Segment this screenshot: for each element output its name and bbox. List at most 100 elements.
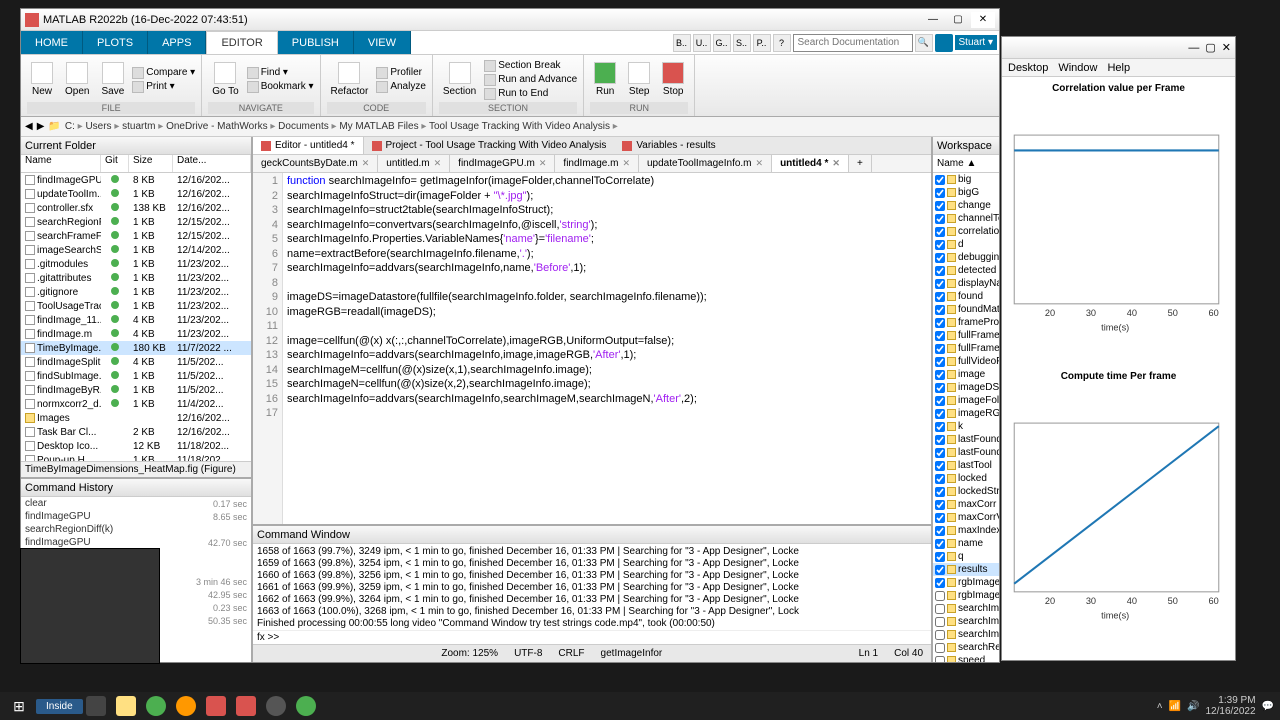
workspace-variable[interactable]: searchRegion bbox=[933, 641, 999, 654]
breadcrumb-item[interactable]: Users bbox=[85, 121, 111, 132]
ws-checkbox[interactable] bbox=[935, 214, 945, 224]
workspace-variable[interactable]: correlationOu bbox=[933, 225, 999, 238]
nav-back-icon[interactable]: ◀ bbox=[25, 121, 33, 132]
workspace-variable[interactable]: lastTool bbox=[933, 459, 999, 472]
ws-checkbox[interactable] bbox=[935, 175, 945, 185]
system-clock[interactable]: 1:39 PM 12/16/2022 bbox=[1205, 695, 1255, 717]
refactor-button[interactable]: Refactor bbox=[327, 57, 373, 102]
ws-checkbox[interactable] bbox=[935, 383, 945, 393]
ws-checkbox[interactable] bbox=[935, 227, 945, 237]
file-row[interactable]: findImageGPU...8 KB12/16/202... bbox=[21, 173, 251, 187]
qa-btn[interactable]: G.. bbox=[713, 34, 731, 52]
close-tab-icon[interactable]: ✕ bbox=[622, 158, 630, 169]
command-history-title[interactable]: Command History bbox=[21, 479, 251, 497]
file-row[interactable]: .gitmodules1 KB11/23/202... bbox=[21, 257, 251, 271]
find-button[interactable]: Find ▾ bbox=[247, 66, 314, 80]
breadcrumb-item[interactable]: OneDrive - MathWorks bbox=[166, 121, 268, 132]
run-to-end-button[interactable]: Run to End bbox=[484, 87, 577, 101]
breadcrumb-item[interactable]: Documents bbox=[278, 121, 329, 132]
section-button[interactable]: Section bbox=[439, 57, 480, 102]
ws-checkbox[interactable] bbox=[935, 305, 945, 315]
qa-btn[interactable]: U.. bbox=[693, 34, 711, 52]
folder-icon[interactable]: 📁 bbox=[48, 121, 60, 132]
ribbon-tab-editor[interactable]: EDITOR bbox=[206, 31, 277, 54]
ws-checkbox[interactable] bbox=[935, 253, 945, 263]
file-row[interactable]: Task Bar Cl...2 KB12/16/202... bbox=[21, 425, 251, 439]
nav-fwd-icon[interactable]: ▶ bbox=[37, 121, 45, 132]
workspace-variable[interactable]: change bbox=[933, 199, 999, 212]
ribbon-tab-home[interactable]: HOME bbox=[21, 31, 83, 54]
ribbon-tab-view[interactable]: VIEW bbox=[354, 31, 411, 54]
ws-checkbox[interactable] bbox=[935, 357, 945, 367]
file-row[interactable]: controller.sfx138 KB12/16/202... bbox=[21, 201, 251, 215]
workspace-variable[interactable]: d bbox=[933, 238, 999, 251]
file-row[interactable]: Desktop Ico...12 KB11/18/202... bbox=[21, 439, 251, 453]
fig-maximize-button[interactable]: ▢ bbox=[1205, 41, 1215, 54]
file-tab[interactable]: untitled4 *✕ bbox=[772, 155, 849, 172]
file-row[interactable]: findSubImage...1 KB11/5/202... bbox=[21, 369, 251, 383]
file-row[interactable]: findImageByR...1 KB11/5/202... bbox=[21, 383, 251, 397]
ws-checkbox[interactable] bbox=[935, 318, 945, 328]
workspace-variable[interactable]: speed bbox=[933, 654, 999, 662]
tray-icon[interactable]: 🔊 bbox=[1187, 701, 1199, 712]
workspace-variable[interactable]: results bbox=[933, 563, 999, 576]
chart1-plot[interactable]: 2030405060 time(s) bbox=[1004, 98, 1229, 367]
ws-checkbox[interactable] bbox=[935, 474, 945, 484]
ws-checkbox[interactable] bbox=[935, 188, 945, 198]
compare-button[interactable]: Compare ▾ bbox=[132, 66, 195, 80]
workspace-variable[interactable]: rgbImageAll_ bbox=[933, 589, 999, 602]
workspace-variable[interactable]: k bbox=[933, 420, 999, 433]
open-button[interactable]: Open bbox=[61, 57, 93, 102]
ribbon-tab-apps[interactable]: APPS bbox=[148, 31, 206, 54]
ws-checkbox[interactable] bbox=[935, 331, 945, 341]
command-prompt[interactable]: fx >> bbox=[253, 630, 931, 644]
ws-checkbox[interactable] bbox=[935, 565, 945, 575]
workspace-variable[interactable]: maxCorrValu bbox=[933, 511, 999, 524]
ws-checkbox[interactable] bbox=[935, 409, 945, 419]
file-row[interactable]: searchRegionF...1 KB12/15/202... bbox=[21, 215, 251, 229]
close-button[interactable]: ✕ bbox=[971, 12, 995, 28]
workspace-title[interactable]: Workspace bbox=[933, 137, 999, 155]
new-button[interactable]: New bbox=[27, 57, 57, 102]
workspace-variable[interactable]: big bbox=[933, 173, 999, 186]
workspace-variable[interactable]: frameProcess bbox=[933, 316, 999, 329]
history-item[interactable]: findImageGPU8.65 sec bbox=[21, 510, 251, 523]
user-avatar[interactable] bbox=[935, 34, 953, 52]
save-button[interactable]: Save bbox=[97, 57, 128, 102]
ws-checkbox[interactable] bbox=[935, 279, 945, 289]
ws-checkbox[interactable] bbox=[935, 487, 945, 497]
add-tab-button[interactable]: + bbox=[849, 155, 872, 172]
workspace-variable[interactable]: channelToCo bbox=[933, 212, 999, 225]
file-tab[interactable]: geckCountsByDate.m✕ bbox=[253, 155, 378, 172]
qa-btn[interactable]: S.. bbox=[733, 34, 751, 52]
ribbon-tab-publish[interactable]: PUBLISH bbox=[278, 31, 354, 54]
file-row[interactable]: findImageSplit...4 KB11/5/202... bbox=[21, 355, 251, 369]
menu-help[interactable]: Help bbox=[1107, 62, 1130, 74]
ws-checkbox[interactable] bbox=[935, 526, 945, 536]
bookmark-button[interactable]: Bookmark ▾ bbox=[247, 80, 314, 94]
notification-icon[interactable]: 💬 bbox=[1262, 701, 1274, 712]
maximize-button[interactable]: ▢ bbox=[946, 12, 970, 28]
breadcrumb-item[interactable]: C: bbox=[65, 121, 75, 132]
qa-btn[interactable]: P.. bbox=[753, 34, 771, 52]
workspace-variable[interactable]: image bbox=[933, 368, 999, 381]
ws-checkbox[interactable] bbox=[935, 266, 945, 276]
ws-checkbox[interactable] bbox=[935, 448, 945, 458]
search-icon[interactable]: 🔍 bbox=[915, 34, 933, 52]
history-item[interactable]: clear0.17 sec bbox=[21, 497, 251, 510]
stop-button[interactable]: Stop bbox=[658, 57, 688, 102]
menu-desktop[interactable]: Desktop bbox=[1008, 62, 1048, 74]
document-tab[interactable]: Project - Tool Usage Tracking With Video… bbox=[364, 137, 615, 154]
workspace-variable[interactable]: maxIndex bbox=[933, 524, 999, 537]
workspace-variable[interactable]: detected bbox=[933, 264, 999, 277]
workspace-variable[interactable]: maxCorr bbox=[933, 498, 999, 511]
workspace-variable[interactable]: searchImageI bbox=[933, 615, 999, 628]
close-tab-icon[interactable]: ✕ bbox=[756, 158, 764, 169]
file-row[interactable]: normxcorr2_d...1 KB11/4/202... bbox=[21, 397, 251, 411]
document-tab[interactable]: Editor - untitled4 * bbox=[253, 137, 364, 154]
workspace-variable[interactable]: searchImage bbox=[933, 602, 999, 615]
history-item[interactable]: searchRegionDiff(k) bbox=[21, 523, 251, 536]
file-tab[interactable]: findImage.m✕ bbox=[555, 155, 639, 172]
workspace-variable[interactable]: locked bbox=[933, 472, 999, 485]
ws-checkbox[interactable] bbox=[935, 344, 945, 354]
